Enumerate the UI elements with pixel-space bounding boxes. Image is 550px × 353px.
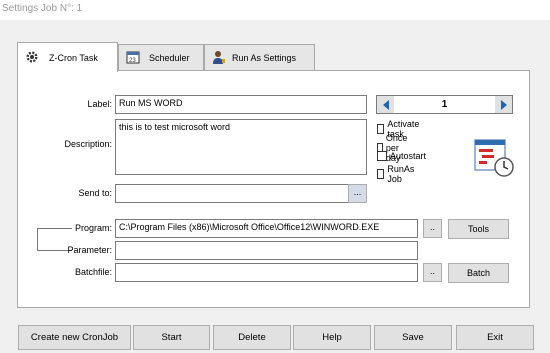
start-button[interactable]: Start bbox=[133, 325, 210, 350]
schedule-clock-icon bbox=[474, 137, 516, 181]
spinner-left-arrow-icon[interactable] bbox=[377, 96, 394, 113]
tab-label: Z-Cron Task bbox=[49, 52, 98, 63]
tools-button[interactable]: Tools bbox=[448, 219, 509, 239]
program-caption: Program: bbox=[74, 223, 112, 233]
sendto-field[interactable] bbox=[115, 184, 349, 203]
exit-button[interactable]: Exit bbox=[456, 325, 534, 350]
parameter-field[interactable] bbox=[115, 241, 418, 260]
save-button[interactable]: Save bbox=[374, 325, 452, 350]
create-new-cronjob-button[interactable]: Create new CronJob bbox=[18, 325, 131, 350]
tab-run-as-settings[interactable]: Run As Settings bbox=[204, 44, 315, 70]
job-number-spinner[interactable]: 1 bbox=[376, 95, 513, 114]
tab-label: Scheduler bbox=[149, 52, 190, 63]
sendto-caption: Send to: bbox=[78, 188, 112, 198]
checkbox-box[interactable] bbox=[377, 169, 385, 179]
description-field[interactable]: this is to test microsoft word bbox=[115, 119, 367, 175]
help-button[interactable]: Help bbox=[293, 325, 371, 350]
checkbox-label: Autostart bbox=[390, 151, 427, 161]
checkbox-label: RunAs Job bbox=[387, 164, 415, 184]
batchfile-caption: Batchfile: bbox=[74, 267, 112, 277]
window-title: Settings Job N°: 1 bbox=[0, 0, 550, 20]
label-caption: Label: bbox=[87, 99, 112, 109]
spinner-value: 1 bbox=[441, 99, 448, 110]
program-field[interactable]: C:\Program Files (x86)\Microsoft Office\… bbox=[115, 219, 418, 238]
delete-button[interactable]: Delete bbox=[213, 325, 291, 350]
sendto-browse-button[interactable]: ... bbox=[348, 184, 367, 203]
tab-label: Run As Settings bbox=[232, 52, 297, 63]
label-field[interactable]: Run MS WORD bbox=[115, 95, 367, 114]
user-icon bbox=[212, 50, 226, 66]
parameter-caption: Parameter: bbox=[67, 245, 112, 255]
svg-text:23: 23 bbox=[129, 58, 136, 64]
tab-scheduler[interactable]: 23 Scheduler bbox=[118, 44, 204, 70]
checkbox-box[interactable] bbox=[377, 151, 387, 161]
batchfile-field[interactable] bbox=[115, 263, 418, 282]
description-caption: Description: bbox=[64, 139, 112, 149]
autostart-checkbox[interactable]: Autostart bbox=[377, 151, 426, 161]
tab-z-cron-task[interactable]: Z-Cron Task bbox=[17, 42, 118, 72]
runas-job-checkbox[interactable]: RunAs Job bbox=[377, 164, 417, 184]
spinner-right-arrow-icon[interactable] bbox=[495, 96, 512, 113]
program-browse-button[interactable]: .. bbox=[423, 219, 442, 238]
batch-button[interactable]: Batch bbox=[448, 263, 509, 283]
calendar-icon: 23 bbox=[126, 50, 140, 66]
gear-icon bbox=[25, 50, 39, 66]
batchfile-browse-button[interactable]: .. bbox=[423, 263, 442, 282]
